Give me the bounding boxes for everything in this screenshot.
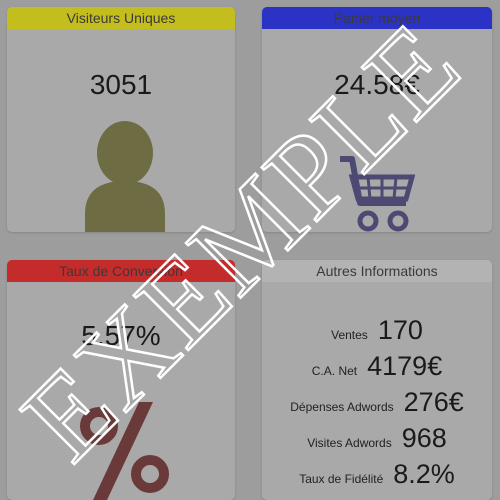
info-label: Visites Adwords [307,436,392,450]
visiteurs-uniques-title: Visiteurs Uniques [66,10,176,26]
visiteurs-uniques-value: 3051 [89,69,153,100]
info-row-visites-adwords: Visites Adwords 968 [262,423,492,459]
info-row-depenses-adwords: Dépenses Adwords 276€ [262,387,492,423]
info-label: Taux de Fidélité [299,472,384,486]
autres-informations-title: Autres Informations [316,263,438,279]
info-label: Dépenses Adwords [290,400,394,414]
autres-informations-header: Autres Informations [262,260,492,282]
panier-moyen-title: Panier moyen [333,10,421,26]
person-icon [85,121,165,232]
info-value: 4179€ [367,351,443,381]
info-row-ca-net: C.A. Net 4179€ [262,351,492,387]
info-row-taux-fidelite: Taux de Fidélité 8.2% [262,459,492,495]
panier-moyen-value: 24.58€ [334,69,420,100]
info-row-ventes: Ventes 170 [262,315,492,351]
taux-conversion-card: Taux de Conversion 5.57% [7,260,235,500]
panier-moyen-header: Panier moyen [262,7,492,29]
info-value: 276€ [403,387,464,417]
visiteurs-uniques-header: Visiteurs Uniques [7,7,235,29]
percent-icon [80,402,169,500]
visiteurs-uniques-card: Visiteurs Uniques 3051 [7,7,235,232]
autres-informations-card: Autres Informations Ventes 170 C.A. Net … [262,260,492,500]
info-value: 8.2% [393,459,455,489]
info-label: C.A. Net [311,364,358,378]
taux-conversion-title: Taux de Conversion [59,263,183,279]
info-list: Ventes 170 C.A. Net 4179€ Dépenses Adwor… [262,315,492,495]
info-value: 170 [377,315,423,345]
panier-moyen-card: Panier moyen 24.58€ [262,7,492,232]
info-value: 968 [401,423,447,453]
taux-conversion-header: Taux de Conversion [7,260,235,282]
shopping-cart-icon [340,156,416,232]
info-label: Ventes [331,328,368,342]
taux-conversion-value: 5.57% [81,320,161,351]
